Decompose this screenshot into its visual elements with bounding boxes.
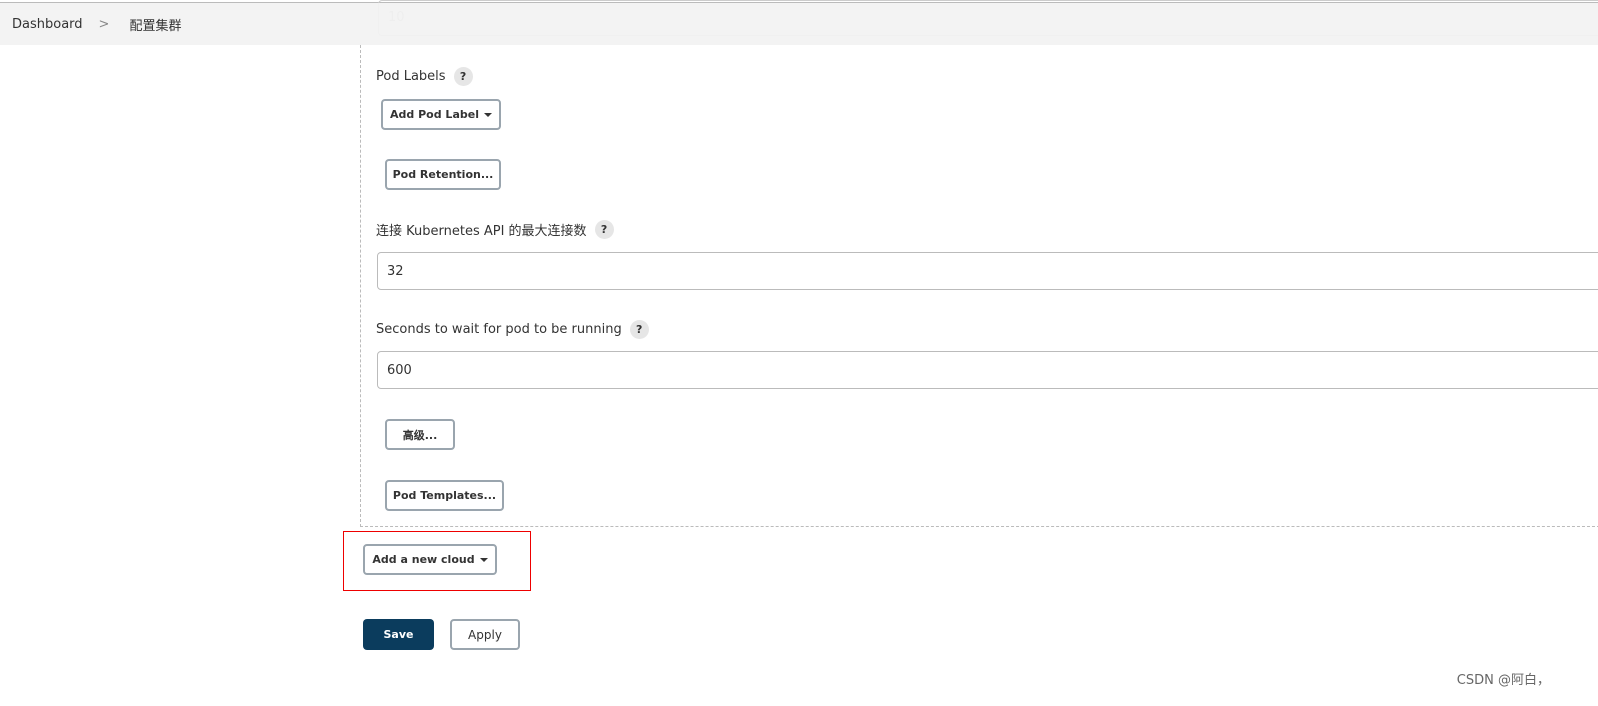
watermark: CSDN @阿白， xyxy=(1456,673,1550,688)
breadcrumb-dashboard[interactable]: Dashboard xyxy=(12,17,83,32)
max-connections-label: 连接 Kubernetes API 的最大连接数? xyxy=(376,220,614,239)
breadcrumb: Dashboard > 配置集群 xyxy=(0,3,1598,45)
pod-labels-text: Pod Labels xyxy=(376,69,446,84)
max-connections-text: 连接 Kubernetes API 的最大连接数 xyxy=(376,224,587,239)
wait-seconds-label: Seconds to wait for pod to be running? xyxy=(376,320,649,339)
breadcrumb-current[interactable]: 配置集群 xyxy=(129,15,181,34)
pod-retention-button[interactable]: Pod Retention... xyxy=(385,159,501,190)
chevron-right-icon: > xyxy=(98,16,110,32)
help-icon[interactable]: ? xyxy=(453,67,473,86)
help-icon[interactable]: ? xyxy=(629,320,649,339)
save-button[interactable]: Save xyxy=(363,619,434,650)
caret-down-icon xyxy=(479,557,488,562)
cloud-section-border xyxy=(360,45,361,527)
advanced-button[interactable]: 高级... xyxy=(385,419,455,450)
apply-button[interactable]: Apply xyxy=(450,619,520,650)
wait-seconds-input[interactable]: 600 xyxy=(377,351,1598,389)
wait-seconds-text: Seconds to wait for pod to be running xyxy=(376,322,622,337)
pod-templates-button[interactable]: Pod Templates... xyxy=(385,480,504,511)
help-icon[interactable]: ? xyxy=(594,220,614,239)
add-pod-label-button[interactable]: Add Pod Label xyxy=(381,99,501,130)
max-connections-input[interactable]: 32 xyxy=(377,252,1598,290)
cloud-section-border-bottom xyxy=(360,526,1598,527)
pod-labels-label: Pod Labels? xyxy=(376,67,473,86)
add-new-cloud-text: Add a new cloud xyxy=(372,553,475,566)
add-pod-label-text: Add Pod Label xyxy=(390,108,479,121)
add-new-cloud-button[interactable]: Add a new cloud xyxy=(363,544,497,575)
caret-down-icon xyxy=(483,112,492,117)
